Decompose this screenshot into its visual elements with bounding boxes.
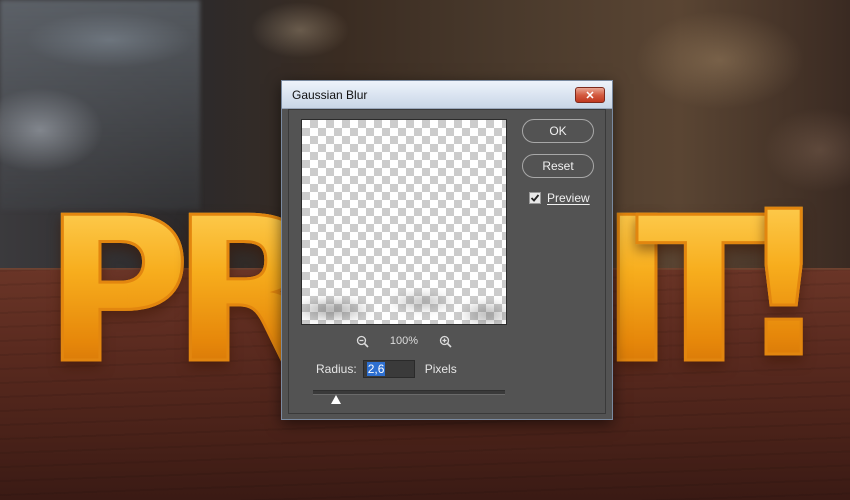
zoom-out-icon[interactable]	[356, 334, 370, 348]
gaussian-blur-dialog: Gaussian Blur ✕ 100% OK Reset Preview Ra…	[281, 80, 613, 420]
reset-button[interactable]: Reset	[522, 154, 594, 178]
jelly-letter-exclaim: !	[736, 169, 830, 402]
radius-input[interactable]: 2,6	[362, 360, 415, 378]
zoom-level: 100%	[389, 335, 419, 347]
zoom-controls: 100%	[301, 332, 507, 350]
close-icon: ✕	[585, 89, 595, 102]
preview-label: Preview	[547, 191, 590, 205]
dialog-titlebar[interactable]: Gaussian Blur ✕	[282, 81, 612, 109]
dialog-body: 100% OK Reset Preview Radius: 2,6 Pixels	[288, 109, 606, 414]
radius-slider-track[interactable]	[313, 390, 505, 395]
ok-button[interactable]: OK	[522, 119, 594, 143]
radius-slider-thumb[interactable]	[331, 395, 341, 404]
jelly-letter-p: P	[43, 175, 193, 408]
zoom-in-icon[interactable]	[438, 334, 452, 348]
preview-checkbox[interactable]	[529, 192, 541, 204]
preview-blurred-shadow	[302, 280, 506, 324]
preview-option[interactable]: Preview	[529, 191, 590, 205]
checkmark-icon	[530, 194, 540, 202]
radius-units: Pixels	[424, 362, 457, 376]
dialog-title: Gaussian Blur	[292, 88, 368, 102]
preview-canvas[interactable]	[301, 119, 507, 325]
close-button[interactable]: ✕	[575, 87, 605, 103]
radius-row: Radius: 2,6 Pixels	[316, 360, 457, 378]
radius-value: 2,6	[366, 362, 386, 376]
radius-label: Radius:	[316, 362, 357, 376]
